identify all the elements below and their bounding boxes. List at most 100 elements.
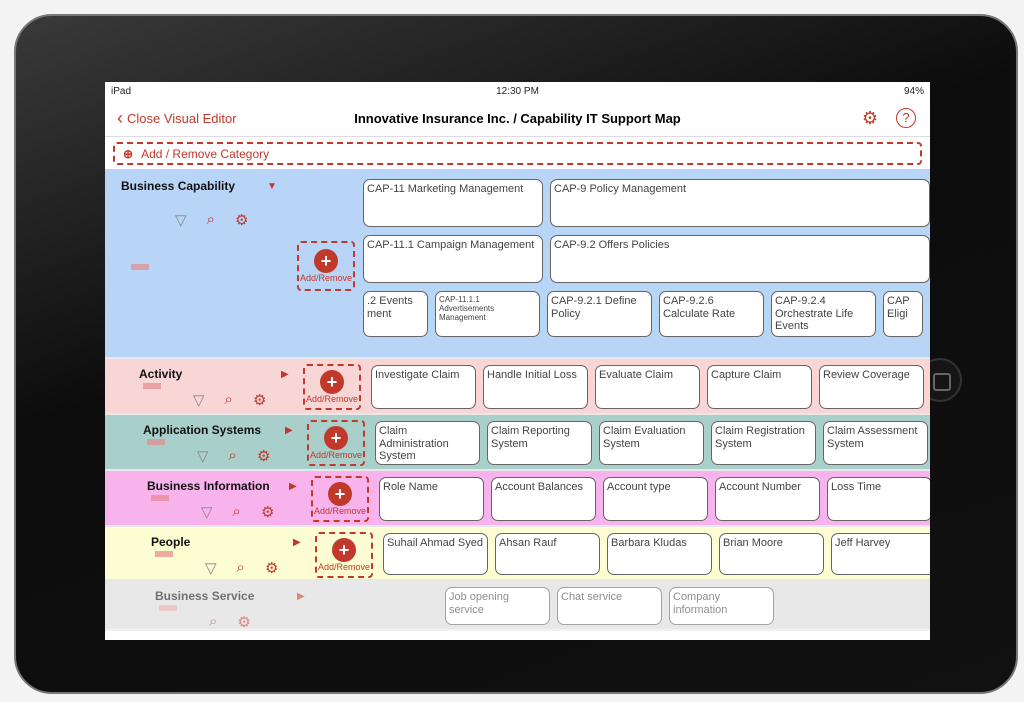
capability-card[interactable]: CAP-9.2.1 Define Policy — [547, 291, 652, 337]
item-card[interactable]: Role Name — [379, 477, 484, 521]
lane-activity: Activity ▶ ▽ ⌕ ⚙ + Add/Remove Investigate Claim… — [105, 359, 930, 415]
settings-icon[interactable]: ⚙ — [237, 613, 250, 631]
capability-row-3: .2 Events ment CAP-11.1.1 Advertisements … — [363, 291, 923, 337]
lane-label: Business Service — [155, 589, 255, 603]
capability-card[interactable]: CAP-9 Policy Management — [550, 179, 930, 227]
item-card[interactable]: Brian Moore — [719, 533, 824, 575]
search-icon[interactable]: ⌕ — [237, 559, 245, 577]
item-card[interactable]: Account Balances — [491, 477, 596, 521]
expand-triangle-icon[interactable]: ▶ — [285, 425, 293, 436]
add-remove-button[interactable]: + Add/Remove — [297, 241, 355, 291]
add-remove-label: Add/Remove — [305, 394, 359, 404]
item-card[interactable]: Job opening service — [445, 587, 550, 625]
add-remove-button[interactable]: + Add/Remove — [315, 532, 373, 578]
battery: 94% — [903, 85, 924, 97]
item-card[interactable]: Claim Registration System — [711, 421, 816, 465]
collapse-triangle-icon[interactable]: ▼ — [267, 181, 277, 192]
lane-application-systems: Application Systems ▶ ▽ ⌕ ⚙ + Add/Remove Claim … — [105, 415, 930, 471]
item-card[interactable]: Ahsan Rauf — [495, 533, 600, 575]
plus-icon: + — [320, 370, 344, 394]
lane-label: Application Systems — [143, 423, 262, 437]
lane-business-service: Business Service ▶ ⌕ ⚙ Job opening service Ch… — [105, 581, 930, 631]
add-remove-label: Add/Remove — [299, 273, 353, 283]
item-card[interactable]: Claim Evaluation System — [599, 421, 704, 465]
item-card[interactable]: Chat service — [557, 587, 662, 625]
item-card[interactable]: Evaluate Claim — [595, 365, 700, 409]
drag-handle-icon[interactable] — [131, 264, 149, 270]
filter-icon[interactable]: ▽ — [175, 211, 187, 229]
item-card[interactable]: Handle Initial Loss — [483, 365, 588, 409]
filter-icon[interactable]: ▽ — [201, 503, 213, 521]
close-visual-editor-button[interactable]: ‹ Close Visual Editor — [117, 108, 237, 129]
search-icon[interactable]: ⌕ — [229, 447, 237, 465]
expand-triangle-icon[interactable]: ▶ — [293, 537, 301, 548]
chevron-left-icon: ‹ — [117, 107, 123, 128]
drag-handle-icon[interactable] — [151, 495, 169, 501]
filter-icon[interactable]: ▽ — [193, 391, 205, 409]
filter-icon[interactable]: ▽ — [197, 447, 209, 465]
add-remove-button[interactable]: + Add/Remove — [303, 364, 361, 410]
capability-card[interactable]: CAP-9.2.6 Calculate Rate — [659, 291, 764, 337]
item-card[interactable]: Account type — [603, 477, 708, 521]
capability-card[interactable]: CAP-9.2 Offers Policies — [550, 235, 930, 283]
lane-business-information: Business Information ▶ ▽ ⌕ ⚙ + Add/Remove Role … — [105, 471, 930, 527]
nav-bar: ‹ Close Visual Editor Innovative Insuranc… — [105, 100, 930, 137]
settings-icon[interactable]: ⚙ — [261, 503, 274, 521]
back-label: Close Visual Editor — [127, 110, 237, 126]
lane-business-capability: Business Capability ▼ ▽ ⌕ ⚙ + Add/Remove CA… — [105, 169, 930, 359]
item-card[interactable]: Claim Reporting System — [487, 421, 592, 465]
capability-card[interactable]: CAP Eligi — [883, 291, 923, 337]
search-icon[interactable]: ⌕ — [207, 211, 215, 229]
item-card[interactable]: Jeff Harvey — [831, 533, 930, 575]
add-category-label: Add / Remove Category — [141, 146, 270, 161]
add-remove-label: Add/Remove — [317, 562, 371, 572]
settings-icon[interactable]: ⚙ — [235, 211, 248, 229]
settings-icon[interactable]: ⚙ — [253, 391, 266, 409]
capability-card[interactable]: CAP-11.1.1 Advertisements Management — [435, 291, 540, 337]
capability-card[interactable]: CAP-11 Marketing Management — [363, 179, 543, 227]
search-icon[interactable]: ⌕ — [209, 613, 217, 631]
device-label: iPad — [111, 85, 132, 97]
item-card[interactable]: Claim Assessment System — [823, 421, 928, 465]
add-remove-button[interactable]: + Add/Remove — [311, 476, 369, 522]
add-remove-label: Add/Remove — [309, 450, 363, 460]
item-card[interactable]: Capture Claim — [707, 365, 812, 409]
item-card[interactable]: Barbara Kludas — [607, 533, 712, 575]
search-icon[interactable]: ⌕ — [225, 391, 233, 409]
lane-people: People ▶ ▽ ⌕ ⚙ + Add/Remove Suhail Ahmad Syed Ah… — [105, 527, 930, 581]
item-card[interactable]: Company information — [669, 587, 774, 625]
item-card[interactable]: Review Coverage — [819, 365, 924, 409]
plus-icon: + — [324, 426, 348, 450]
help-icon[interactable]: ? — [896, 107, 916, 128]
filter-icon[interactable]: ▽ — [205, 559, 217, 577]
item-card[interactable]: Account Number — [715, 477, 820, 521]
expand-triangle-icon[interactable]: ▶ — [281, 369, 289, 380]
plus-icon: + — [314, 249, 338, 273]
capability-card[interactable]: CAP-11.1 Campaign Management — [363, 235, 543, 283]
drag-handle-icon[interactable] — [159, 605, 177, 611]
drag-handle-icon[interactable] — [143, 383, 161, 389]
item-card[interactable]: Claim Administration System — [375, 421, 480, 465]
settings-icon[interactable]: ⚙ — [265, 559, 278, 577]
item-card[interactable]: Investigate Claim — [371, 365, 476, 409]
plus-icon: + — [332, 538, 356, 562]
drag-handle-icon[interactable] — [155, 551, 173, 557]
add-remove-category-button[interactable]: ⊕ Add / Remove Category — [113, 142, 922, 165]
status-bar: iPad 12:30 PM 94% — [105, 82, 930, 100]
capability-card[interactable]: .2 Events ment — [363, 291, 428, 337]
capability-card[interactable]: CAP-9.2.4 Orchestrate Life Events — [771, 291, 876, 337]
lane-label: Business Capability — [121, 179, 236, 193]
item-card[interactable]: Loss Time — [827, 477, 930, 521]
add-remove-button[interactable]: + Add/Remove — [307, 420, 365, 466]
lane-label: Business Information — [147, 479, 270, 493]
item-card[interactable]: Suhail Ahmad Syed — [383, 533, 488, 575]
gear-icon[interactable]: ⚙ — [862, 108, 878, 129]
search-icon[interactable]: ⌕ — [233, 503, 241, 521]
lane-label: Activity — [139, 367, 183, 381]
lane-label: People — [151, 535, 191, 549]
settings-icon[interactable]: ⚙ — [257, 447, 270, 465]
expand-triangle-icon[interactable]: ▶ — [289, 481, 297, 492]
clock: 12:30 PM — [496, 85, 539, 97]
expand-triangle-icon[interactable]: ▶ — [297, 591, 305, 602]
drag-handle-icon[interactable] — [147, 439, 165, 445]
